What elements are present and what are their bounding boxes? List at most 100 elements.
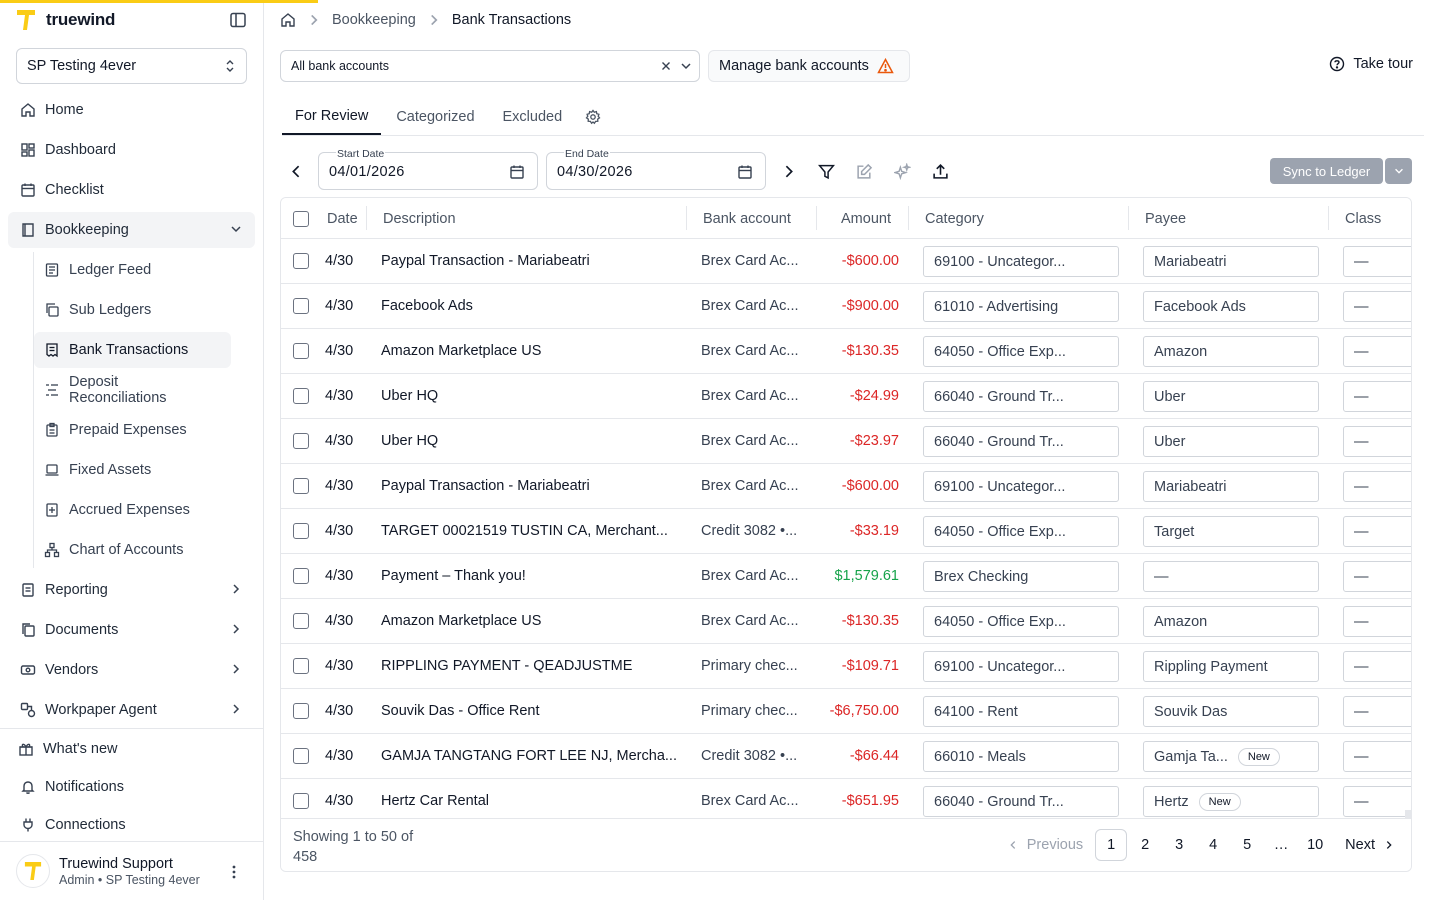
row-category-select[interactable]: 66040 - Ground Tr...	[923, 426, 1119, 457]
row-checkbox[interactable]	[293, 388, 309, 404]
row-checkbox[interactable]	[293, 343, 309, 359]
row-class-select[interactable]: —	[1343, 741, 1411, 772]
table-row[interactable]: 4/30 Facebook Ads Brex Card Ac... -$900.00 6…	[281, 284, 1411, 329]
nav-connections[interactable]: Connections	[8, 808, 255, 842]
col-description[interactable]: Description	[383, 198, 456, 239]
row-payee-select[interactable]: Mariabeatri	[1143, 246, 1319, 277]
row-category-select[interactable]: 66040 - Ground Tr...	[923, 381, 1119, 412]
sparkles-icon[interactable]	[894, 163, 911, 180]
row-checkbox[interactable]	[293, 568, 309, 584]
page-2[interactable]: 2	[1129, 829, 1161, 861]
page-10[interactable]: 10	[1299, 829, 1331, 861]
row-checkbox[interactable]	[293, 253, 309, 269]
brand[interactable]: truewind	[16, 8, 115, 32]
page-1[interactable]: 1	[1095, 829, 1128, 861]
table-row[interactable]: 4/30 Souvik Das - Office Rent Primary chec…	[281, 689, 1411, 734]
row-class-select[interactable]: —	[1343, 471, 1411, 502]
row-payee-select[interactable]: Gamja Ta... New	[1143, 741, 1319, 772]
tab-categorized[interactable]: Categorized	[383, 99, 487, 135]
table-row[interactable]: 4/30 Amazon Marketplace US Brex Card Ac...…	[281, 599, 1411, 644]
select-all-checkbox[interactable]	[293, 210, 309, 227]
page-5[interactable]: 5	[1231, 829, 1263, 861]
row-class-select[interactable]: —	[1343, 246, 1411, 277]
nav-documents[interactable]: Documents	[8, 612, 255, 648]
take-tour-button[interactable]: Take tour	[1329, 56, 1413, 72]
row-payee-select[interactable]: Facebook Ads	[1143, 291, 1319, 322]
row-checkbox[interactable]	[293, 433, 309, 449]
manage-bank-accounts-button[interactable]: Manage bank accounts	[708, 50, 910, 82]
more-vertical-icon[interactable]	[226, 864, 242, 880]
row-payee-select[interactable]: —	[1143, 561, 1319, 592]
subnav-sub-ledgers[interactable]: Sub Ledgers	[34, 292, 231, 328]
next-page-button[interactable]: Next	[1345, 829, 1395, 861]
row-category-select[interactable]: 64100 - Rent	[923, 696, 1119, 727]
row-category-select[interactable]: 66010 - Meals	[923, 741, 1119, 772]
nav-whats-new[interactable]: What's new	[8, 732, 255, 766]
col-date[interactable]: Date	[327, 198, 358, 239]
row-class-select[interactable]: —	[1343, 426, 1411, 457]
row-class-select[interactable]: —	[1343, 786, 1411, 817]
table-row[interactable]: 4/30 Paypal Transaction - Mariabeatri Brex…	[281, 464, 1411, 509]
row-class-select[interactable]: —	[1343, 606, 1411, 637]
nav-notifications[interactable]: Notifications	[8, 770, 255, 804]
nav-checklist[interactable]: Checklist	[8, 172, 255, 208]
previous-page-button[interactable]: Previous	[1007, 829, 1083, 861]
row-class-select[interactable]: —	[1343, 291, 1411, 322]
chevron-down-icon[interactable]	[679, 59, 693, 73]
clear-icon[interactable]	[659, 59, 673, 73]
calendar-icon[interactable]	[737, 164, 753, 180]
row-class-select[interactable]: —	[1343, 651, 1411, 682]
row-class-select[interactable]: —	[1343, 381, 1411, 412]
tab-settings[interactable]	[585, 99, 601, 135]
chevron-right-icon[interactable]	[780, 163, 797, 180]
col-class[interactable]: Class	[1345, 198, 1381, 239]
subnav-chart-of-accounts[interactable]: Chart of Accounts	[34, 532, 231, 568]
row-category-select[interactable]: 64050 - Office Exp...	[923, 336, 1119, 367]
row-checkbox[interactable]	[293, 748, 309, 764]
edit-icon[interactable]	[856, 163, 873, 180]
row-checkbox[interactable]	[293, 658, 309, 674]
row-category-select[interactable]: 66040 - Ground Tr...	[923, 786, 1119, 817]
row-payee-select[interactable]: Target	[1143, 516, 1319, 547]
table-row[interactable]: 4/30 Uber HQ Brex Card Ac... -$24.99 66040 -…	[281, 374, 1411, 419]
nav-reporting[interactable]: Reporting	[8, 572, 255, 608]
page-4[interactable]: 4	[1197, 829, 1229, 861]
row-category-select[interactable]: 69100 - Uncategor...	[923, 651, 1119, 682]
end-date-field[interactable]: End Date 04/30/2026	[546, 148, 766, 190]
sync-options-button[interactable]	[1385, 158, 1412, 184]
subnav-fixed-assets[interactable]: Fixed Assets	[34, 452, 231, 488]
row-class-select[interactable]: —	[1343, 516, 1411, 547]
subnav-bank-transactions[interactable]: Bank Transactions	[34, 332, 231, 368]
row-category-select[interactable]: 69100 - Uncategor...	[923, 471, 1119, 502]
row-checkbox[interactable]	[293, 298, 309, 314]
col-amount[interactable]: Amount	[841, 198, 891, 239]
sync-to-ledger-button[interactable]: Sync to Ledger	[1270, 158, 1383, 184]
calendar-icon[interactable]	[509, 164, 525, 180]
table-row[interactable]: 4/30 GAMJA TANGTANG FORT LEE NJ, Mercha..…	[281, 734, 1411, 779]
nav-bookkeeping[interactable]: Bookkeeping	[8, 212, 255, 248]
row-category-select[interactable]: 64050 - Office Exp...	[923, 516, 1119, 547]
table-row[interactable]: 4/30 Paypal Transaction - Mariabeatri Brex…	[281, 239, 1411, 284]
sidebar-toggle-icon[interactable]	[229, 11, 247, 29]
row-category-select[interactable]: 69100 - Uncategor...	[923, 246, 1119, 277]
bank-account-select[interactable]: All bank accounts	[280, 50, 700, 82]
row-class-select[interactable]: —	[1343, 336, 1411, 367]
row-payee-select[interactable]: Mariabeatri	[1143, 471, 1319, 502]
start-date-field[interactable]: Start Date 04/01/2026	[318, 148, 538, 190]
row-checkbox[interactable]	[293, 703, 309, 719]
table-row[interactable]: 4/30 Uber HQ Brex Card Ac... -$23.97 66040 -…	[281, 419, 1411, 464]
row-payee-select[interactable]: Hertz New	[1143, 786, 1319, 817]
row-category-select[interactable]: 64050 - Office Exp...	[923, 606, 1119, 637]
scrollbar-thumb[interactable]	[1405, 810, 1411, 818]
filter-icon[interactable]	[818, 163, 835, 180]
table-row[interactable]: 4/30 Amazon Marketplace US Brex Card Ac...…	[281, 329, 1411, 374]
home-icon[interactable]	[280, 12, 296, 28]
row-payee-select[interactable]: Souvik Das	[1143, 696, 1319, 727]
row-class-select[interactable]: —	[1343, 561, 1411, 592]
tab-excluded[interactable]: Excluded	[490, 99, 576, 135]
tab-for-review[interactable]: For Review	[282, 99, 382, 135]
table-row[interactable]: 4/30 Payment – Thank you! Brex Card Ac... $…	[281, 554, 1411, 599]
row-payee-select[interactable]: Rippling Payment	[1143, 651, 1319, 682]
row-checkbox[interactable]	[293, 613, 309, 629]
row-payee-select[interactable]: Uber	[1143, 381, 1319, 412]
